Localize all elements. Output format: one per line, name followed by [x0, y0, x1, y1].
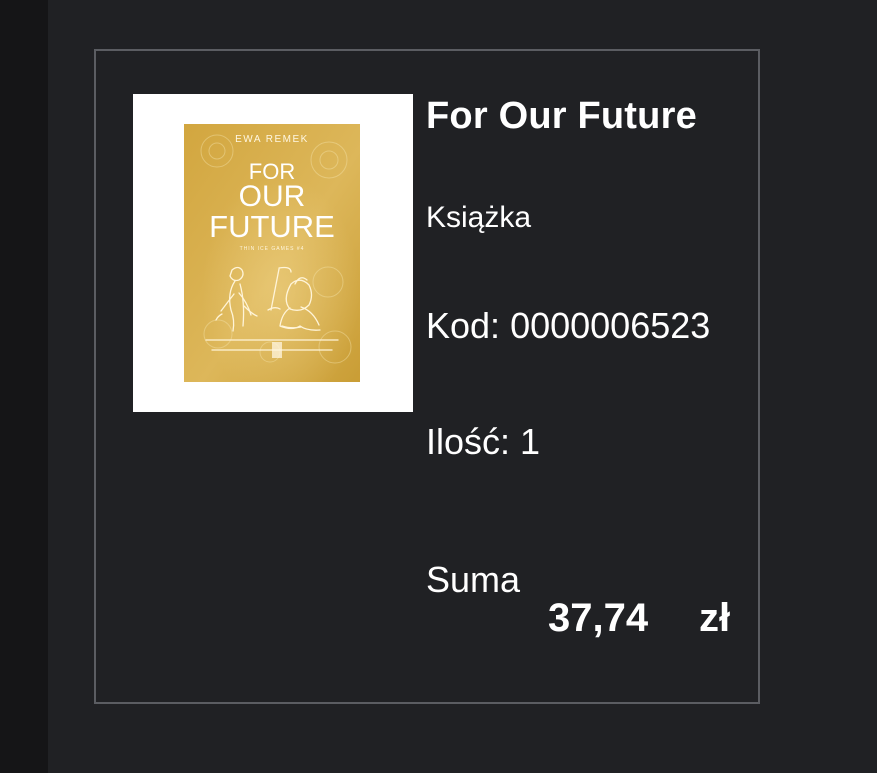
sum-label: Suma — [426, 559, 521, 600]
currency-label: zł — [699, 596, 731, 640]
product-code-value: 0000006523 — [510, 305, 711, 346]
quantity-value: 1 — [520, 421, 541, 462]
book-cover-art: EWA REMEK FOR OUR FUTURE THIN ICE GAMES … — [184, 124, 360, 382]
book-cover: EWA REMEK FOR OUR FUTURE THIN ICE GAMES … — [184, 124, 360, 382]
product-thumbnail[interactable]: EWA REMEK FOR OUR FUTURE THIN ICE GAMES … — [133, 94, 413, 412]
product-code-label: Kod: — [426, 305, 501, 346]
cover-title-line-3: FUTURE — [209, 209, 335, 244]
product-title[interactable]: For Our Future — [426, 95, 697, 138]
cover-author: EWA REMEK — [235, 134, 309, 145]
publisher-logo — [272, 342, 282, 358]
sidebar-strip — [0, 0, 48, 773]
product-type: Książka — [426, 201, 532, 234]
cart-item-card: EWA REMEK FOR OUR FUTURE THIN ICE GAMES … — [94, 49, 760, 704]
product-code-row: Kod: 0000006523 — [426, 305, 710, 347]
sum-value: 37,74 — [548, 596, 649, 640]
cover-series: THIN ICE GAMES #4 — [240, 246, 305, 252]
quantity-row: Ilość: 1 — [426, 421, 540, 463]
quantity-label: Ilość: — [426, 421, 511, 462]
